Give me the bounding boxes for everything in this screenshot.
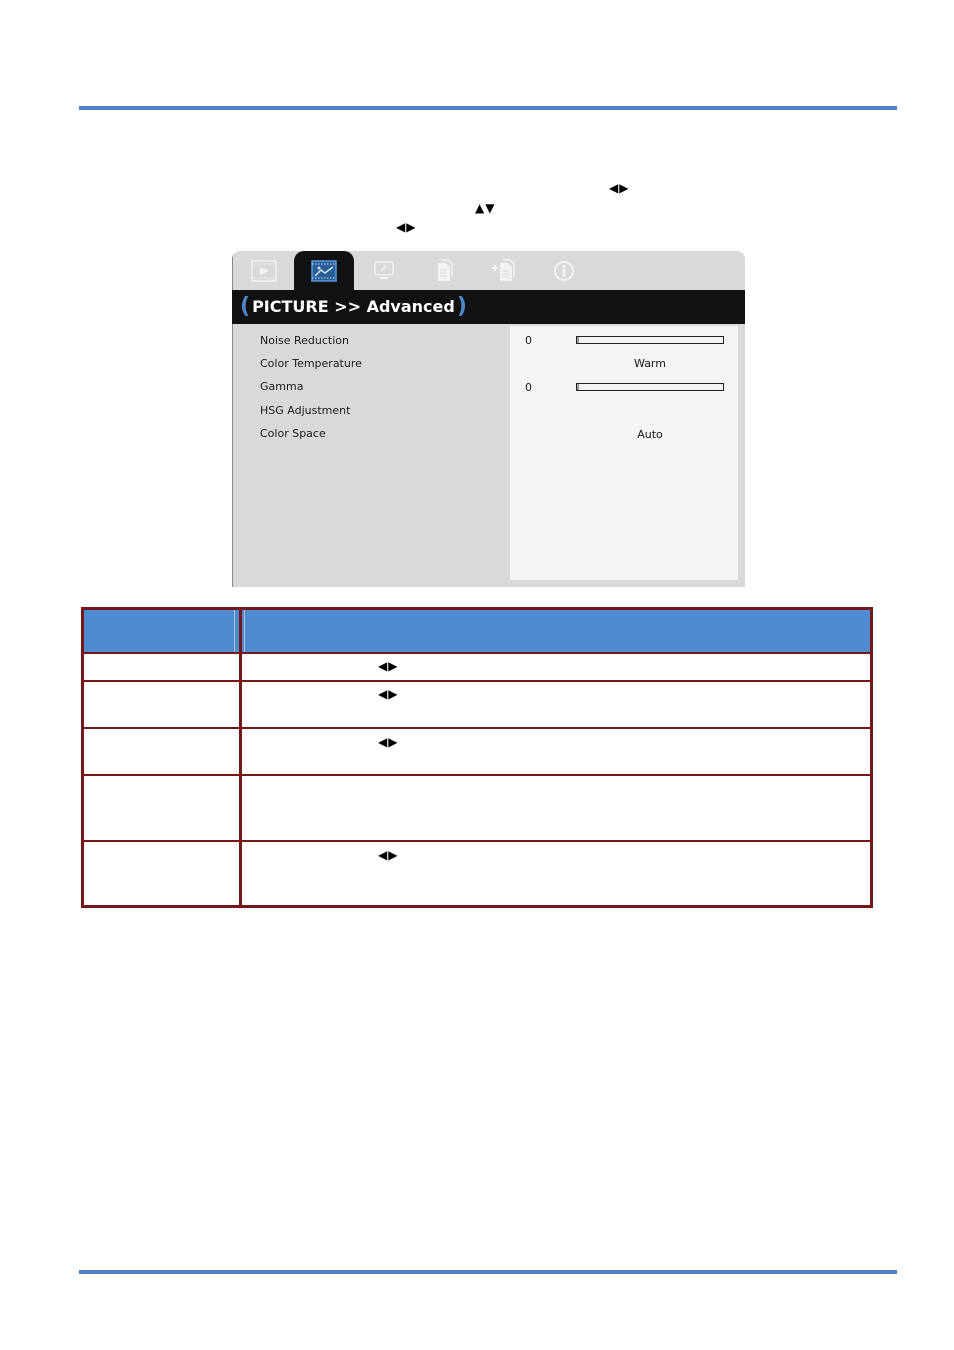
slider-fill [577,337,579,343]
osd-value-panel: 0 Warm 0 Auto [510,326,738,580]
menu-item-gamma[interactable]: Gamma [260,380,303,393]
table-row: ◀▶ [84,682,870,727]
color-temperature-value[interactable]: Warm [576,357,724,370]
play-film-icon [251,259,277,282]
left-right-arrows-icon: ◀▶ [378,848,399,862]
menu-item-hsg-adjustment[interactable]: HSG Adjustment [260,404,350,417]
up-down-arrows-icon: ▲▼ [475,201,496,215]
monitor-icon [374,260,394,279]
tab-info[interactable] [534,251,594,290]
tab-advanced-setup[interactable] [474,251,534,290]
document-plus-icon [492,258,515,281]
footer-rule [79,1270,897,1274]
table-row: ◀▶ [84,654,870,680]
gamma-value: 0 [525,381,532,394]
noise-reduction-slider[interactable] [576,336,724,344]
document-icon [438,258,453,281]
tab-input[interactable] [234,251,294,290]
menu-item-color-space[interactable]: Color Space [260,427,326,440]
tab-display[interactable] [354,251,414,290]
osd-menu-list: Noise Reduction Color Temperature Gamma … [232,324,510,587]
tab-setup[interactable] [414,251,474,290]
picture-film-icon [311,259,337,282]
title-open-bracket: ( [240,294,251,319]
tab-picture[interactable] [294,251,354,290]
left-right-arrows-icon: ◀▶ [378,735,399,749]
slider-fill [577,384,579,390]
header-divider [234,610,235,652]
gamma-slider[interactable] [576,383,724,391]
left-right-arrows-icon: ◀▶ [609,181,630,195]
osd-tab-bar [232,251,745,290]
table-row: ◀▶ [84,842,870,905]
table-header [84,610,870,652]
settings-table: ◀▶ ◀▶ ◀▶ ◀▶ [81,607,873,908]
left-right-arrows-icon: ◀▶ [378,687,399,701]
header-rule [79,106,897,110]
menu-item-noise-reduction[interactable]: Noise Reduction [260,334,349,347]
left-right-arrows-icon: ◀▶ [396,220,417,234]
table-row [84,776,870,840]
noise-reduction-value: 0 [525,334,532,347]
osd-title: PICTURE >> Advanced [252,297,455,316]
osd-title-bar: (PICTURE >> Advanced) [232,290,745,324]
info-icon [554,260,574,281]
menu-item-color-temperature[interactable]: Color Temperature [260,357,362,370]
left-right-arrows-icon: ◀▶ [378,659,399,673]
color-space-value[interactable]: Auto [576,428,724,441]
osd-menu: (PICTURE >> Advanced) Noise Reduction Co… [232,251,745,587]
table-row: ◀▶ [84,729,870,774]
header-divider [244,610,245,652]
title-close-bracket: ) [456,294,467,319]
